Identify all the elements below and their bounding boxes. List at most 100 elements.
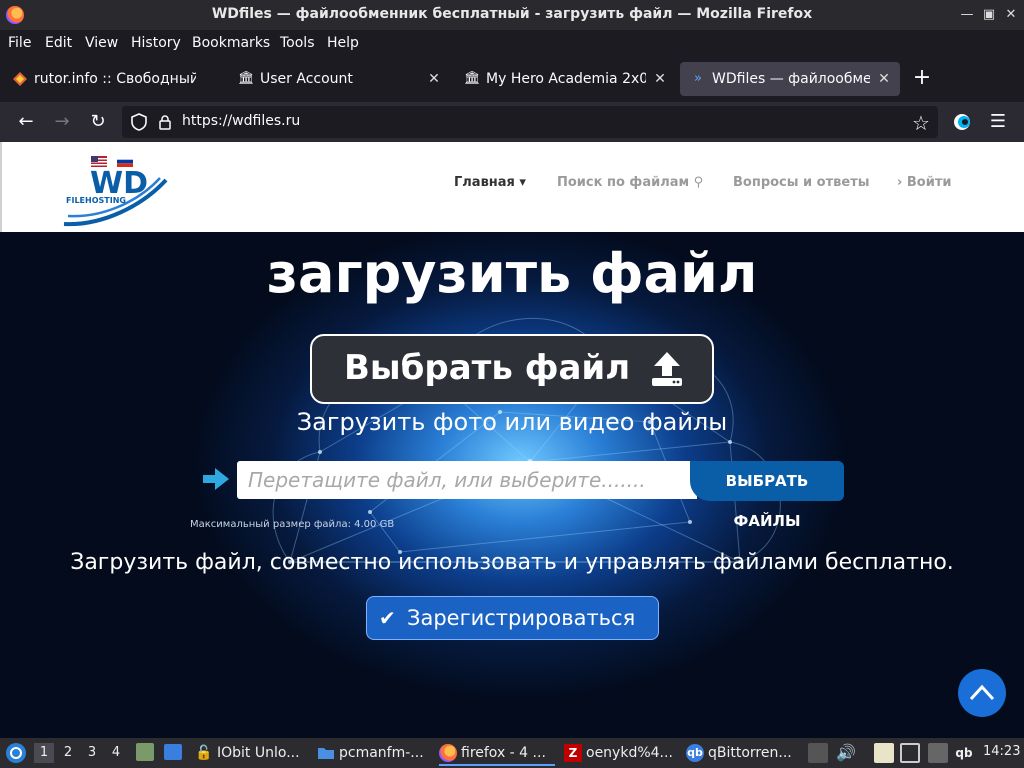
hamburger-menu-icon[interactable]: ☰ (986, 110, 1010, 134)
menu-bookmarks[interactable]: Bookmarks (192, 35, 270, 51)
ru-flag-icon[interactable] (117, 152, 133, 167)
tab-hero-academia[interactable]: 🏛 My Hero Academia 2x01 ✕ (454, 62, 676, 96)
register-label: Зарегистрироваться (407, 606, 636, 630)
maximize-icon[interactable]: ▣ (980, 6, 998, 24)
site-header: WD FILEHOSTING Главная ▾ Поиск по файлам… (0, 142, 1024, 232)
upload-hero: загрузить файл Выбрать файл Загрузить фо… (0, 232, 1024, 738)
lock-icon: 🔓 (195, 745, 213, 761)
navigation-toolbar: ← → ↻ https://wdfiles.ru ☆ ☰ (0, 102, 1024, 142)
notification-icon[interactable] (928, 743, 948, 763)
search-icon: ⚲ (693, 175, 704, 190)
nav-search-files[interactable]: Поиск по файлам ⚲ (557, 175, 703, 190)
menu-help[interactable]: Help (327, 35, 359, 51)
task-pcmanfm[interactable]: pcmanfm-... (317, 740, 429, 766)
new-tab-button[interactable]: + (910, 66, 934, 90)
filezilla-icon: Z (564, 744, 582, 762)
network-icon[interactable] (900, 743, 920, 763)
nav-search-label: Поиск по файлам (557, 175, 690, 190)
lock-icon[interactable] (158, 114, 172, 130)
start-menu-icon[interactable] (5, 742, 27, 764)
close-tab-icon[interactable]: ✕ (876, 71, 892, 87)
clock[interactable]: 14:23 (983, 744, 1020, 759)
account-icon[interactable] (952, 112, 972, 132)
choose-files-button[interactable]: ВЫБРАТЬ ФАЙЛЫ (690, 461, 844, 530)
firefox-icon (439, 744, 457, 762)
register-button[interactable]: ✔ Зарегистрироваться (366, 596, 659, 640)
nav-faq[interactable]: Вопросы и ответы (733, 175, 869, 190)
volume-icon[interactable]: 🔊 (836, 743, 856, 763)
pick-file-button[interactable]: Выбрать файл (310, 334, 714, 404)
workspace-1[interactable]: 1 (34, 743, 54, 763)
window-titlebar: WDfiles — файлообменник бесплатный - заг… (0, 0, 1024, 30)
workspace-3[interactable]: 3 (82, 743, 102, 763)
menu-file[interactable]: File (8, 35, 31, 51)
task-label: oenykd%4... (586, 745, 673, 761)
task-iobit-unlocker[interactable]: 🔓 IObit Unlo... (195, 740, 307, 766)
task-qbittorrent[interactable]: qb qBittorren... (686, 740, 798, 766)
task-firefox[interactable]: firefox - 4 ... (439, 740, 555, 766)
file-manager-launcher-icon[interactable] (136, 743, 154, 761)
hero-subtitle: Загрузить фото или видео файлы (296, 408, 728, 436)
desktop-launcher-icon[interactable] (164, 744, 182, 760)
wdfiles-icon: » (694, 71, 702, 86)
pick-file-label: Выбрать файл (344, 348, 631, 388)
nav-home[interactable]: Главная ▾ (454, 175, 526, 190)
tab-rutor[interactable]: rutor.info :: Свободный т (2, 62, 226, 96)
bookmark-star-icon[interactable]: ☆ (912, 111, 930, 135)
tab-title: User Account (260, 71, 353, 87)
task-filezilla[interactable]: Z oenykd%4... (564, 740, 676, 766)
menu-edit[interactable]: Edit (45, 35, 72, 51)
bank-icon: 🏛 (464, 71, 481, 86)
folder-icon (317, 744, 335, 762)
menu-view[interactable]: View (85, 35, 118, 51)
url-text: https://wdfiles.ru (182, 113, 301, 129)
hero-tagline: Загрузить файл, совместно использовать и… (70, 550, 954, 575)
reload-button[interactable]: ↻ (86, 110, 110, 134)
qbittorrent-tray-icon[interactable]: qb (954, 743, 974, 763)
back-button[interactable]: ← (14, 110, 38, 134)
tab-wdfiles[interactable]: » WDfiles — файлообменн ✕ (680, 62, 900, 96)
menu-tools[interactable]: Tools (280, 35, 315, 51)
scroll-to-top-button[interactable] (958, 669, 1006, 717)
nav-login[interactable]: › Войти (897, 175, 951, 190)
rutor-icon (12, 71, 28, 87)
us-flag-icon[interactable] (91, 152, 107, 167)
qbittorrent-icon: qb (686, 744, 704, 762)
wd-filehosting-logo[interactable]: WD FILEHOSTING (62, 166, 172, 228)
arrow-right-icon (203, 468, 229, 490)
menu-history[interactable]: History (131, 35, 181, 51)
workspace-4[interactable]: 4 (106, 743, 126, 763)
forward-button[interactable]: → (50, 110, 74, 134)
shield-icon[interactable] (130, 112, 148, 132)
tab-user-account[interactable]: 🏛 User Account ✕ (228, 62, 450, 96)
taskbar: 1 2 3 4 🔓 IObit Unlo... pcmanfm-... fire… (0, 738, 1024, 768)
checkmark-icon: ✔ (379, 606, 396, 630)
task-label: pcmanfm-... (339, 745, 424, 761)
workspace-2[interactable]: 2 (58, 743, 78, 763)
web-page: WD FILEHOSTING Главная ▾ Поиск по файлам… (0, 142, 1024, 738)
tab-title: My Hero Academia 2x01 (486, 71, 646, 87)
file-drop-input[interactable] (237, 461, 697, 499)
tab-bar: rutor.info :: Свободный т 🏛 User Account… (0, 56, 1024, 102)
upload-icon (652, 352, 682, 386)
tab-title: rutor.info :: Свободный т (34, 71, 196, 87)
hero-title: загрузить файл (266, 242, 758, 305)
minimize-icon[interactable]: — (958, 6, 976, 24)
chevron-up-icon (969, 684, 995, 701)
max-file-size-note: Максимальный размер файла: 4.00 GB (190, 519, 395, 530)
tray-scroll-icon[interactable] (808, 743, 828, 763)
tab-title: WDfiles — файлообменн (712, 71, 870, 87)
close-tab-icon[interactable]: ✕ (652, 71, 668, 87)
clipboard-icon[interactable] (874, 743, 894, 763)
task-label: qBittorren... (708, 745, 792, 761)
network-cloud-graphic (272, 318, 781, 564)
window-title: WDfiles — файлообменник бесплатный - заг… (211, 6, 813, 22)
close-window-icon[interactable]: ✕ (1002, 6, 1020, 24)
task-label: IObit Unlo... (217, 745, 300, 761)
bank-icon: 🏛 (238, 71, 255, 86)
url-bar[interactable]: https://wdfiles.ru ☆ (122, 106, 938, 138)
menu-bar: File Edit View History Bookmarks Tools H… (0, 30, 1024, 56)
logo-sub-text: FILEHOSTING (66, 196, 126, 205)
close-tab-icon[interactable]: ✕ (426, 71, 442, 87)
task-label: firefox - 4 ... (461, 745, 546, 761)
